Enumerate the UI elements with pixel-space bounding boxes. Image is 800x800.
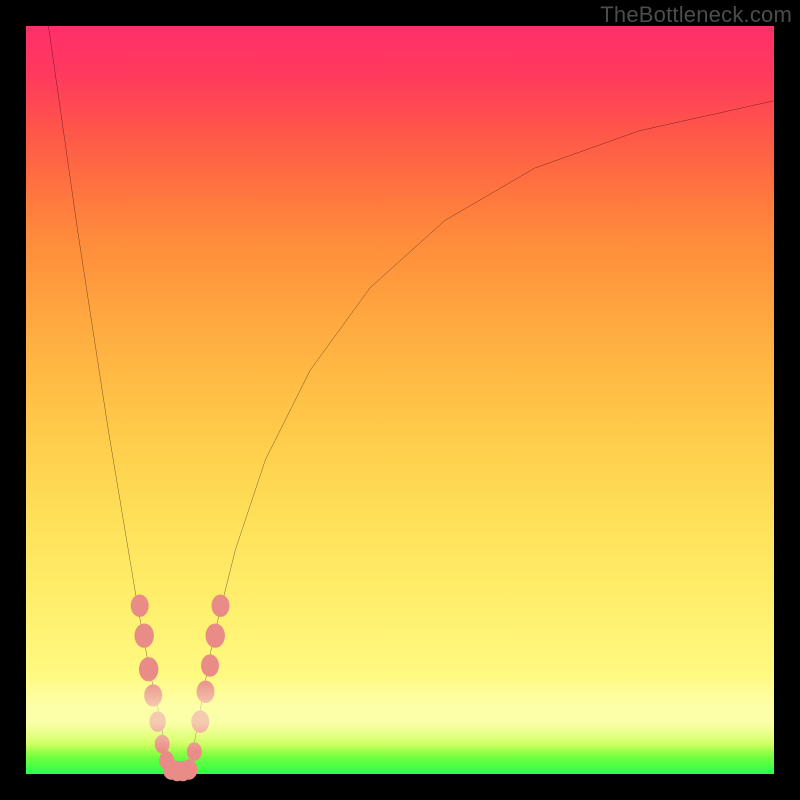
marker-dot <box>144 684 162 706</box>
marker-dot <box>206 623 225 647</box>
marker-dot <box>197 681 215 703</box>
marker-dot <box>139 657 158 681</box>
chart-frame: TheBottleneck.com <box>0 0 800 800</box>
marker-dot <box>149 711 165 732</box>
curve-right-branch <box>190 101 774 770</box>
chart-svg <box>26 26 774 774</box>
marker-dot <box>155 735 170 754</box>
marker-dot <box>201 654 219 676</box>
highlight-markers <box>131 594 230 781</box>
marker-dot <box>181 759 197 780</box>
marker-dot <box>134 623 153 647</box>
line-right <box>190 101 774 770</box>
marker-dot <box>191 710 209 732</box>
marker-dot <box>187 742 202 761</box>
watermark-text: TheBottleneck.com <box>600 2 792 28</box>
marker-dot <box>131 594 149 616</box>
marker-dot <box>212 594 230 616</box>
plot-area <box>26 26 774 774</box>
